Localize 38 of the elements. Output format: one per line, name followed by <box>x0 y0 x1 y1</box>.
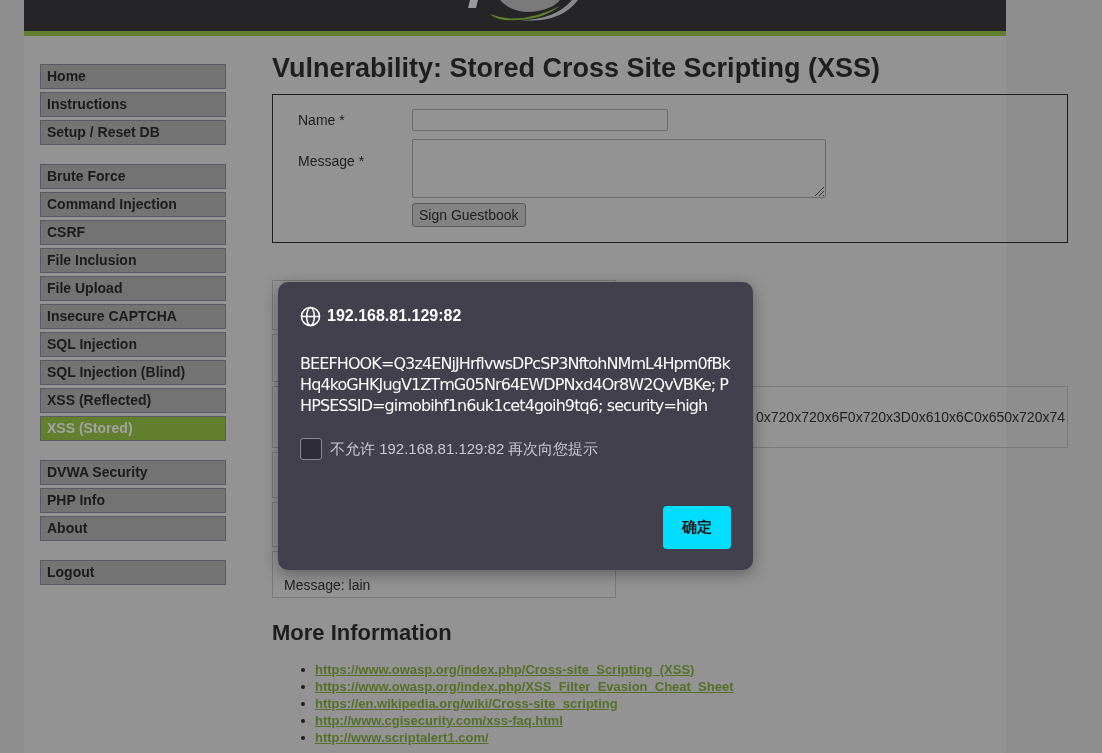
sidebar-item[interactable]: SQL Injection <box>40 332 226 357</box>
sidebar-item[interactable]: Command Injection <box>40 192 226 217</box>
sidebar-item[interactable]: XSS (Reflected) <box>40 388 226 413</box>
page-title: Vulnerability: Stored Cross Site Scripting (XSS) <box>272 52 882 85</box>
name-label: Name * <box>298 110 346 130</box>
bullet-icon <box>301 684 305 689</box>
sidebar-item[interactable]: CSRF <box>40 220 226 245</box>
bullet-icon <box>301 735 305 740</box>
message-field[interactable] <box>412 139 826 198</box>
section-heading: More Information <box>272 619 453 647</box>
sidebar-item[interactable]: Home <box>40 64 226 89</box>
sidebar-item[interactable]: Brute Force <box>40 164 226 189</box>
entry-text: Message: lain <box>284 577 371 594</box>
sidebar-item[interactable]: Logout <box>40 560 226 585</box>
ok-button[interactable]: 确定 <box>663 506 731 549</box>
sign-guestbook-button[interactable]: Sign Guestbook <box>412 203 526 227</box>
checkbox[interactable] <box>300 438 322 461</box>
globe-icon <box>300 305 321 327</box>
sidebar-item[interactable]: File Upload <box>40 276 226 301</box>
sidebar-item[interactable]: Insecure CAPTCHA <box>40 304 226 329</box>
sidebar-item[interactable]: File Inclusion <box>40 248 226 273</box>
sidebar-item[interactable]: DVWA Security <box>40 460 226 485</box>
sidebar-item[interactable]: XSS (Stored) <box>40 416 226 441</box>
sidebar-item[interactable]: About <box>40 516 226 541</box>
entry-text: 0x720x720x6F0x720x3D0x610x6C0x650x720x74 <box>756 408 1065 426</box>
bullet-icon <box>301 667 305 672</box>
sidebar-item[interactable]: SQL Injection (Blind) <box>40 360 226 385</box>
checkbox-label: 不允许 192.168.81.129:82 再次向您提示 <box>330 439 599 459</box>
message-label: Message * <box>298 152 366 171</box>
dialog-message: BEEFHOOK=Q3z4ENjJHrflvwsDPcSP3NftohNMmL4Hpm0fBkHq4koGHKJugV1ZTmG05Nr64EWDPNxd4Or8W2QvVBKe; PHPSESSID=gimobihf1n6uk1cet4goih9tq6; security=high <box>300 353 731 416</box>
dialog-title: 192.168.81.129:82 <box>327 306 462 326</box>
bullet-icon <box>301 718 305 723</box>
name-field[interactable] <box>412 109 668 131</box>
sidebar-item[interactable]: Instructions <box>40 92 226 117</box>
sidebar-item[interactable]: Setup / Reset DB <box>40 120 226 145</box>
resize-grip-icon <box>813 185 825 197</box>
bullet-icon <box>301 701 305 706</box>
sidebar-item[interactable]: PHP Info <box>40 488 226 513</box>
